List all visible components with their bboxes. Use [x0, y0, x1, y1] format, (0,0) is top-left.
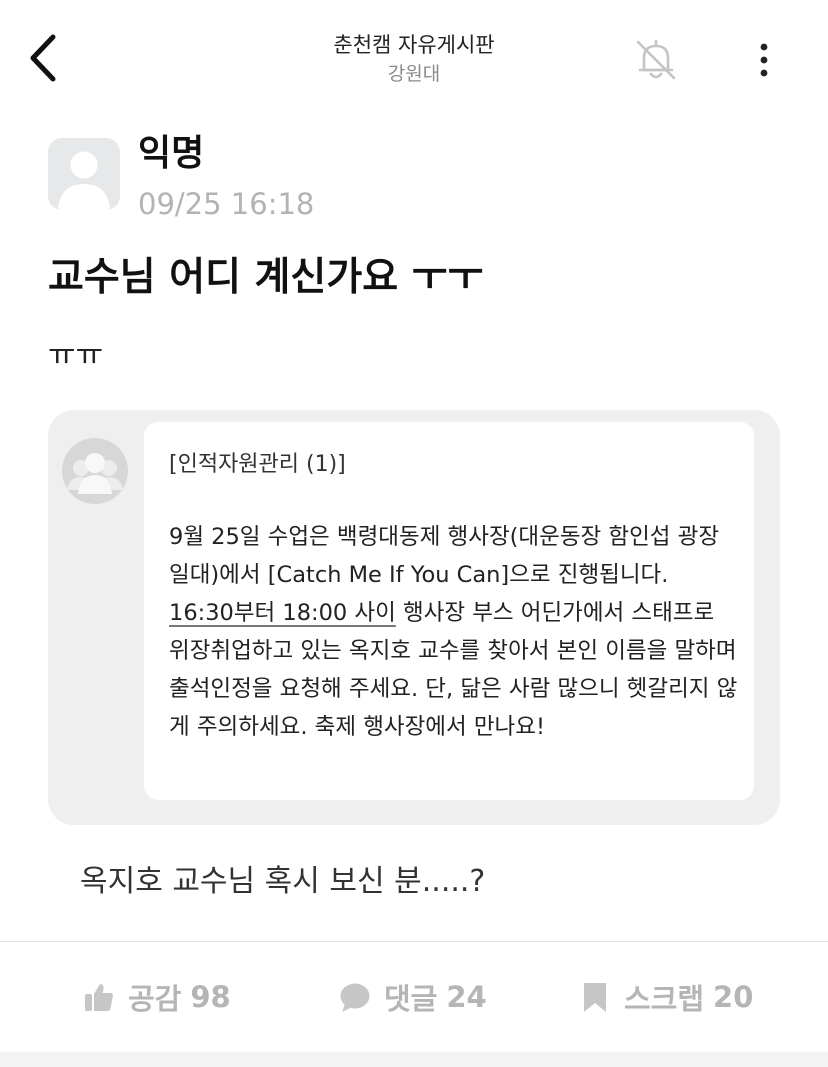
header-titles: 춘천캠 자유게시판 강원대: [214, 30, 614, 88]
scrap-count: 20: [713, 980, 754, 1014]
post-timestamp: 09/25 16:18: [138, 187, 315, 221]
author-name: 익명: [138, 133, 205, 174]
announcement-message: [인적자원관리 (1)] 9월 25일 수업은 백령대동제 행사장(대운동장 함…: [144, 422, 754, 800]
back-button[interactable]: [22, 30, 66, 86]
message-text-part-1: 9월 25일 수업은 백령대동제 행사장(대운동장 함인섭 광장일대)에서 [C…: [169, 524, 720, 588]
author-avatar: [48, 138, 120, 210]
like-button[interactable]: 공감 98: [82, 962, 231, 1032]
comment-button[interactable]: 댓글 24: [338, 962, 487, 1032]
bookmark-icon: [578, 980, 612, 1014]
bell-off-icon: [636, 39, 676, 80]
group-avatar: [62, 438, 128, 504]
school-name: 강원대: [387, 63, 441, 85]
speech-bubble-icon: [338, 980, 372, 1014]
scrap-button[interactable]: 스크랩 20: [578, 962, 753, 1032]
like-count: 98: [190, 980, 231, 1014]
comment-label: 댓글: [384, 982, 438, 1016]
post-title: 교수님 어디 계신가요 ㅜㅜ: [48, 255, 484, 300]
more-options-button[interactable]: [742, 34, 786, 86]
post-author-row: 익명 09/25 16:18: [48, 132, 748, 222]
post-action-bar: 공감 98 댓글 24 스크랩 20: [0, 962, 828, 1032]
post-body: ㅠㅠ: [48, 338, 104, 373]
comment-count: 24: [446, 980, 487, 1014]
message-header: [인적자원관리 (1)]: [169, 452, 346, 477]
default-profile-icon: [58, 148, 110, 210]
image-caption: 옥지호 교수님 혹시 보신 분.....?: [80, 864, 486, 899]
scrap-label: 스크랩: [624, 982, 705, 1016]
group-profile-icon: [67, 453, 123, 494]
thumbs-up-icon: [82, 980, 116, 1014]
board-title: 춘천캠 자유게시판: [333, 33, 495, 57]
notification-toggle-button[interactable]: [630, 34, 682, 86]
more-vertical-icon: [760, 43, 768, 77]
back-arrow-icon: [30, 34, 56, 82]
message-text-highlight: 16:30부터 18:00 사이: [169, 600, 396, 626]
divider: [0, 941, 828, 942]
message-text: 9월 25일 수업은 백령대동제 행사장(대운동장 함인섭 광장일대)에서 [C…: [169, 518, 739, 746]
attached-image[interactable]: [인적자원관리 (1)] 9월 25일 수업은 백령대동제 행사장(대운동장 함…: [48, 410, 780, 825]
like-label: 공감: [128, 982, 182, 1016]
top-bar: 춘천캠 자유게시판 강원대: [0, 0, 828, 118]
bottom-strip: [0, 1052, 828, 1067]
